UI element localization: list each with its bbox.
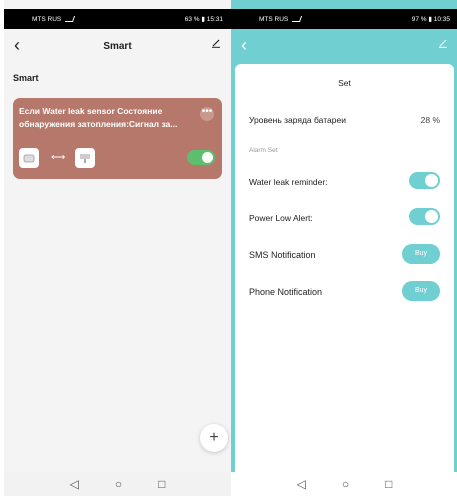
back-icon[interactable]: ‹ [241, 35, 247, 56]
automation-text: Если Water leak sensor Состояние обнаруж… [19, 106, 178, 129]
link-arrow-icon: ⟷ [51, 152, 66, 163]
sheet-title: Set [338, 78, 351, 88]
signal-icon [292, 16, 303, 22]
automation-card[interactable]: Если Water leak sensor Состояние обнаруж… [13, 98, 222, 179]
system-nav-bar: ◁ ○ □ [4, 472, 231, 496]
water-leak-label: Water leak reminder: [249, 177, 328, 187]
alarm-set-label: Alarm Set [249, 147, 278, 154]
app-bar: ‹ Smart [4, 29, 231, 63]
app-bar: ‹ [231, 29, 457, 63]
sms-notification-label: SMS Notification [249, 250, 316, 260]
set-screen: MTS RUS 97 % ▮ 10:35 ‹ Set Уровень заряд… [231, 0, 457, 496]
phone-buy-button[interactable]: Buy [402, 281, 440, 301]
water-leak-toggle[interactable] [409, 172, 440, 189]
toggle-knob [425, 174, 438, 187]
toggle-knob [202, 152, 213, 163]
smart-screen: MTS RUS 63 % ▮ 15:31 ‹ Smart Smart Если … [4, 0, 231, 496]
add-button[interactable]: + [200, 424, 228, 452]
battery-label: Уровень заряда батареи [249, 115, 346, 125]
back-icon[interactable]: ‹ [14, 35, 20, 56]
nav-recent-icon[interactable]: □ [385, 477, 392, 491]
power-low-toggle[interactable] [409, 208, 440, 225]
water-sensor-device-icon [19, 148, 39, 168]
nav-home-icon[interactable]: ○ [342, 477, 349, 491]
settings-sheet: Set Уровень заряда батареи 28 % Alarm Se… [235, 64, 454, 474]
nav-back-icon[interactable]: ◁ [70, 477, 79, 491]
more-options-icon[interactable]: ••• [200, 107, 214, 121]
status-bar: MTS RUS 63 % ▮ 15:31 [4, 9, 231, 29]
carrier-label: MTS RUS [32, 15, 62, 23]
automation-toggle[interactable] [187, 150, 215, 165]
nav-home-icon[interactable]: ○ [115, 477, 122, 491]
page-title: Smart [103, 40, 132, 52]
power-low-label: Power Low Alert: [249, 213, 313, 223]
system-nav-bar: ◁ ○ □ [231, 472, 457, 496]
nav-recent-icon[interactable]: □ [158, 477, 165, 491]
toggle-knob [425, 210, 438, 223]
edit-icon[interactable] [438, 38, 448, 48]
valve-device-icon [75, 148, 95, 168]
section-title: Smart [13, 73, 39, 83]
status-bar: MTS RUS 97 % ▮ 10:35 [231, 9, 457, 29]
phone-notification-label: Phone Notification [249, 287, 323, 297]
nav-back-icon[interactable]: ◁ [297, 477, 306, 491]
edit-icon[interactable] [211, 38, 221, 48]
signal-icon [65, 16, 76, 22]
carrier-label: MTS RUS [259, 15, 289, 23]
status-right: 97 % ▮ 10:35 [411, 16, 450, 23]
status-right: 63 % ▮ 15:31 [184, 16, 223, 23]
battery-value: 28 % [420, 115, 440, 125]
sms-buy-button[interactable]: Buy [402, 244, 440, 264]
